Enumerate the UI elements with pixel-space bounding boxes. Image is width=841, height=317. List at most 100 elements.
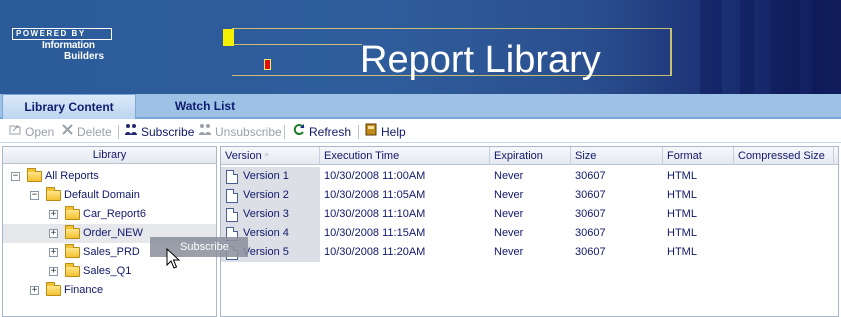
folder-icon: [65, 244, 80, 258]
yellow-accent-square: [223, 29, 234, 46]
open-button[interactable]: Open: [8, 123, 54, 141]
cell-compressed-size: [734, 205, 834, 224]
banner-stripe: [740, 0, 754, 94]
red-accent-square: [264, 59, 271, 70]
tree-item-car-report6[interactable]: + Car_Report6: [3, 205, 216, 224]
expand-toggle-icon[interactable]: +: [49, 267, 58, 276]
tree-item-sales-q1[interactable]: + Sales_Q1: [3, 262, 216, 281]
expand-toggle-icon[interactable]: +: [49, 210, 58, 219]
delete-button[interactable]: Delete: [60, 123, 112, 141]
column-header-execution-time[interactable]: Execution Time: [320, 147, 490, 165]
table-row[interactable]: Version 2 10/30/2008 11:05AM Never 30607 HTM…: [221, 186, 838, 205]
versions-grid: Version ^ Execution Time Expiration Size …: [220, 146, 839, 317]
unsubscribe-icon: [198, 123, 212, 141]
tree-item-label: Finance: [64, 284, 104, 296]
page-title: Report Library: [360, 39, 601, 81]
folder-icon: [27, 168, 42, 182]
cell-expiration: Never: [494, 189, 524, 201]
tab-library-content[interactable]: Library Content: [2, 94, 136, 119]
table-row[interactable]: Version 5 10/30/2008 11:20AM Never 30607 HTM…: [221, 243, 838, 262]
tree-item-label: Sales_Q1: [83, 265, 132, 277]
help-label: Help: [381, 125, 406, 139]
toolbar-separator: [118, 125, 119, 139]
refresh-icon: [292, 123, 306, 141]
column-header-expiration[interactable]: Expiration: [490, 147, 571, 165]
help-button[interactable]: Help: [364, 123, 406, 141]
column-header-version[interactable]: Version ^: [221, 147, 320, 165]
cell-format: HTML: [667, 189, 697, 201]
cell-execution-time: 10/30/2008 11:20AM: [324, 246, 426, 258]
cell-compressed-size: [734, 224, 834, 243]
refresh-button[interactable]: Refresh: [292, 123, 351, 141]
tree-item-label: Order_NEW: [83, 227, 143, 239]
tree-item-default-domain[interactable]: − Default Domain: [3, 186, 216, 205]
expand-toggle-icon[interactable]: +: [49, 229, 58, 238]
information-builders-logo: POWERED BY Information Builders: [12, 28, 114, 64]
refresh-label: Refresh: [309, 125, 352, 139]
folder-icon: [46, 282, 61, 296]
column-header-size[interactable]: Size: [571, 147, 663, 165]
folder-icon: [65, 225, 80, 239]
banner-stripe: [700, 0, 722, 94]
tree-item-label: Car_Report6: [83, 208, 146, 220]
mouse-pointer-icon: [166, 248, 180, 269]
cell-format: HTML: [667, 227, 697, 239]
cell-size: 30607: [575, 170, 606, 182]
column-header-format[interactable]: Format: [663, 147, 734, 165]
table-row[interactable]: Version 3 10/30/2008 11:10AM Never 30607 HTM…: [221, 205, 838, 224]
sort-ascending-icon: ^: [264, 152, 269, 161]
cell-expiration: Never: [494, 170, 524, 182]
cell-compressed-size: [734, 186, 834, 205]
logo-brand-line1: Information: [42, 40, 95, 51]
subscribe-button[interactable]: Subscribe: [124, 123, 194, 141]
column-header-label: Version: [225, 150, 262, 162]
version-label: Version 3: [243, 208, 289, 220]
toolbar-separator: [284, 125, 285, 139]
help-book-icon: [364, 123, 378, 141]
header-banner: POWERED BY Information Builders Report L…: [0, 0, 841, 94]
toolbar: Open Delete Subscribe Unsubscribe Refres…: [0, 121, 841, 143]
version-label: Version 2: [243, 189, 289, 201]
library-tree-panel: Library − All Reports − Default Domain +…: [2, 146, 217, 317]
title-frame-line: [232, 44, 362, 45]
cell-version: Version 1: [221, 167, 320, 186]
cell-size: 30607: [575, 227, 606, 239]
expand-toggle-icon[interactable]: +: [30, 286, 39, 295]
cell-format: HTML: [667, 246, 697, 258]
cell-format: HTML: [667, 208, 697, 220]
unsubscribe-button[interactable]: Unsubscribe: [198, 123, 282, 141]
folder-icon: [65, 206, 80, 220]
delete-label: Delete: [77, 125, 112, 139]
tree-item-label: All Reports: [45, 170, 99, 182]
cell-size: 30607: [575, 246, 606, 258]
collapse-toggle-icon[interactable]: −: [30, 191, 39, 200]
cell-expiration: Never: [494, 246, 524, 258]
cell-execution-time: 10/30/2008 11:05AM: [324, 189, 426, 201]
folder-icon: [65, 263, 80, 277]
table-row[interactable]: Version 4 10/30/2008 11:15AM Never 30607 HTM…: [221, 224, 838, 243]
collapse-toggle-icon[interactable]: −: [11, 172, 20, 181]
grid-header: Version ^ Execution Time Expiration Size …: [221, 147, 838, 165]
tab-bar: Library Content Watch List: [0, 94, 841, 119]
library-header: Library: [3, 147, 216, 164]
version-label: Version 1: [243, 170, 289, 182]
tree-item-all-reports[interactable]: − All Reports: [3, 167, 216, 186]
table-row[interactable]: Version 1 10/30/2008 11:00AM Never 30607 HTM…: [221, 167, 838, 186]
tree-item-finance[interactable]: + Finance: [3, 281, 216, 300]
version-label: Version 5: [243, 246, 289, 258]
document-icon: [226, 208, 238, 222]
banner-stripe: [812, 0, 824, 94]
version-label: Version 4: [243, 227, 289, 239]
cell-execution-time: 10/30/2008 11:00AM: [324, 170, 426, 182]
subscribe-icon: [124, 123, 138, 141]
subscribe-label: Subscribe: [141, 125, 195, 139]
document-icon: [226, 170, 238, 184]
expand-toggle-icon[interactable]: +: [49, 248, 58, 257]
toolbar-separator: [358, 125, 359, 139]
open-label: Open: [25, 125, 55, 139]
column-header-compressed-size[interactable]: Compressed Size: [734, 147, 834, 165]
banner-stripe: [770, 0, 800, 94]
unsubscribe-label: Unsubscribe: [215, 125, 282, 139]
tab-watch-list[interactable]: Watch List: [140, 94, 270, 119]
tree-item-label: Default Domain: [64, 189, 140, 201]
